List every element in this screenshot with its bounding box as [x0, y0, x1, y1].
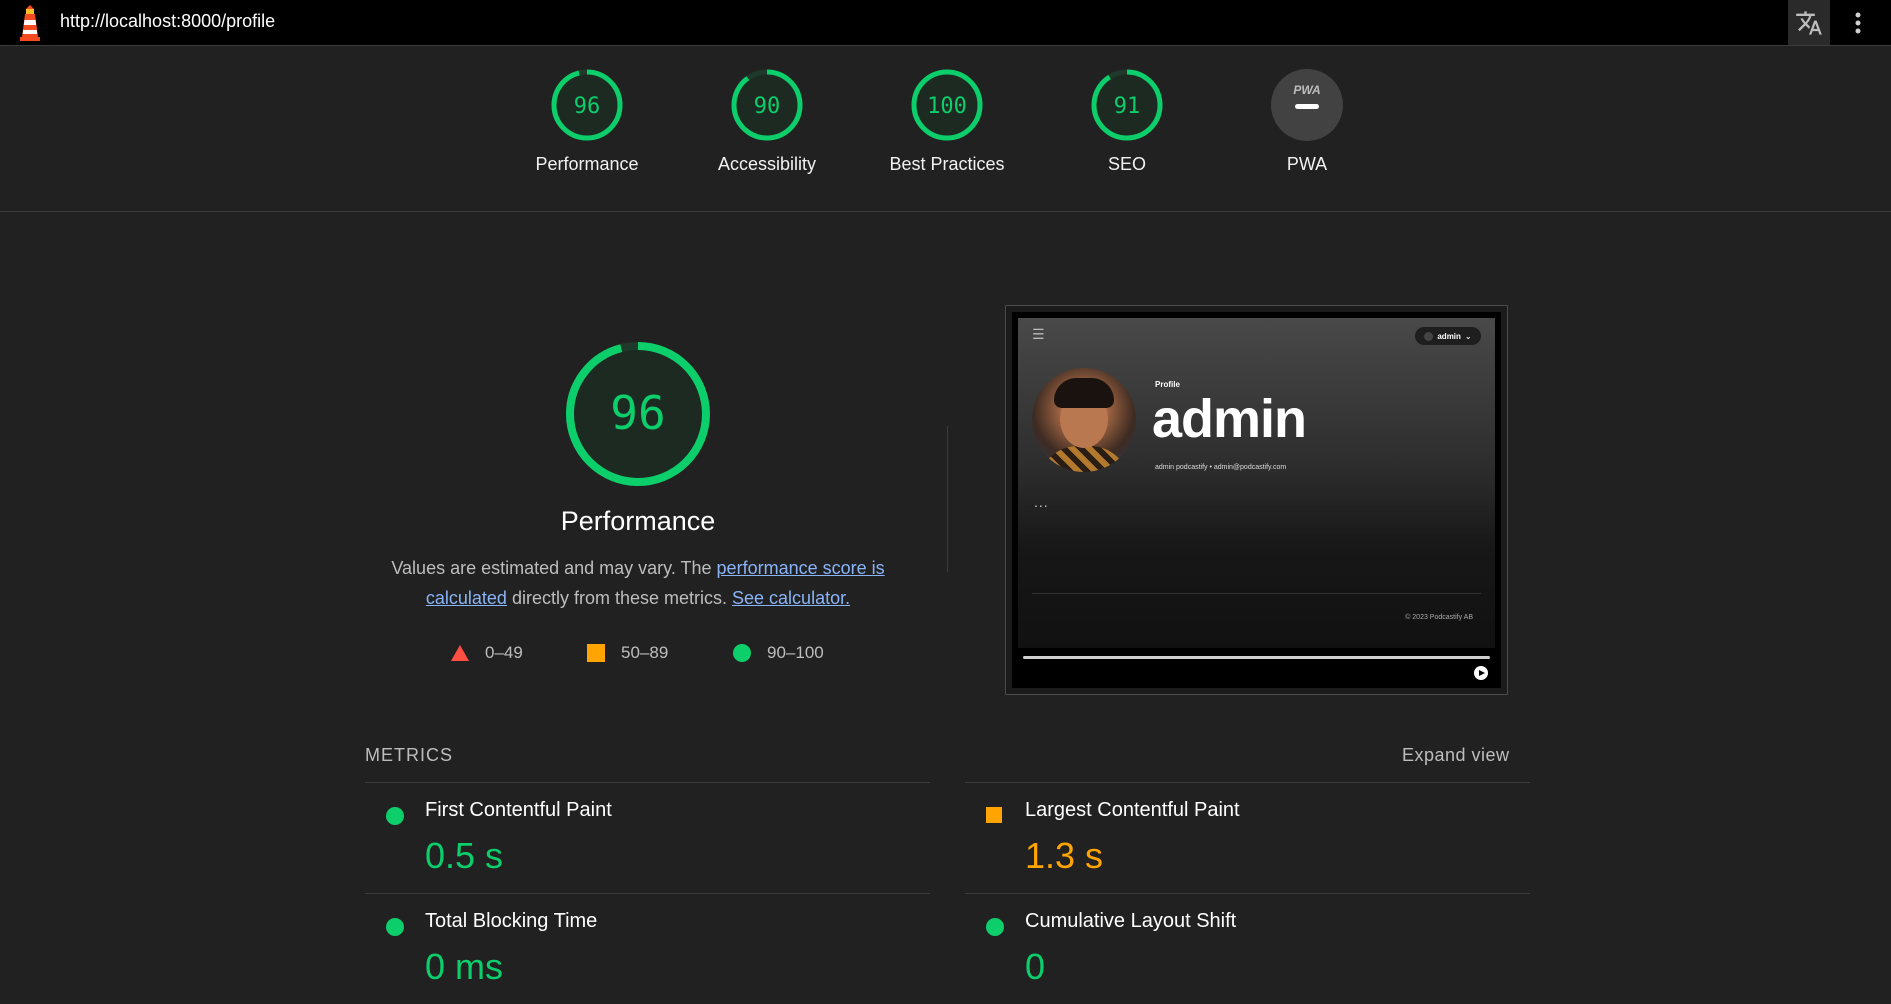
pass-circle-icon: [386, 807, 404, 825]
metric-value: 1.3 s: [1025, 835, 1104, 876]
hamburger-icon: ☰: [1032, 326, 1045, 342]
gauge-label: PWA: [1286, 154, 1328, 174]
gauge-label: Best Practices: [889, 154, 1005, 174]
pwa-badge-icon: PWA: [1271, 69, 1343, 141]
gauge-label: SEO: [1107, 154, 1146, 174]
square-icon: [587, 644, 605, 662]
gauge-score: 96: [574, 94, 601, 119]
see-calculator-link[interactable]: See calculator.: [732, 588, 850, 608]
legend-range: 0–49: [485, 643, 523, 662]
pass-circle-icon: [986, 918, 1004, 936]
screenshot-image: ☰ admin ⌄ Profile admin admin podcastify…: [1012, 312, 1501, 688]
performance-title: Performance: [560, 506, 716, 536]
metric-largest-contentful-paint: Largest Contentful Paint 1.3 s: [965, 783, 1530, 893]
chevron-down-icon: ⌄: [1464, 331, 1472, 341]
more-vert-icon[interactable]: [1848, 8, 1868, 38]
divider: [1032, 593, 1481, 594]
score-gauges: 96 Performance 90 Accessibility 100 Best…: [0, 68, 1891, 184]
gauge-score: 91: [1114, 94, 1141, 119]
performance-gauge: 96: [566, 342, 710, 486]
gauge-ring: 100: [911, 69, 983, 141]
gauge-label: Accessibility: [717, 154, 817, 174]
desc-text: Values are estimated and may vary. The: [391, 558, 717, 578]
gauge-performance[interactable]: 96 Performance: [507, 68, 667, 175]
gauge-score: 90: [754, 94, 781, 119]
circle-icon: [733, 644, 751, 662]
translate-button[interactable]: [1788, 0, 1830, 45]
user-chip-label: admin: [1437, 331, 1461, 341]
legend-range: 50–89: [621, 643, 669, 662]
page-screenshot[interactable]: ☰ admin ⌄ Profile admin admin podcastify…: [1005, 305, 1508, 695]
performance-description: Values are estimated and may vary. The p…: [378, 553, 898, 613]
metric-total-blocking-time: Total Blocking Time 0 ms: [365, 894, 930, 1004]
user-icon: [1424, 331, 1434, 341]
gauge-pwa[interactable]: PWA PWA: [1227, 68, 1387, 175]
translate-icon: [1796, 10, 1822, 35]
more-dots: ...: [1034, 494, 1049, 510]
metric-first-contentful-paint: First Contentful Paint 0.5 s: [365, 783, 930, 893]
player-progress: [1023, 656, 1490, 659]
top-bar: http://localhost:8000/profile: [0, 0, 1891, 46]
metric-value: 0 ms: [425, 946, 504, 987]
divider: [947, 426, 948, 572]
metric-cumulative-layout-shift: Cumulative Layout Shift 0: [965, 894, 1530, 1004]
gauge-score: 100: [927, 94, 967, 119]
play-icon: [1474, 666, 1488, 680]
copyright: © 2023 Podcastify AB: [1405, 614, 1473, 621]
metric-name: Largest Contentful Paint: [1025, 799, 1240, 821]
pass-circle-icon: [386, 918, 404, 936]
divider: [0, 211, 1891, 212]
metric-value: 0.5 s: [425, 835, 504, 876]
triangle-icon: [451, 645, 469, 661]
performance-score: 96: [610, 386, 665, 440]
page-url: http://localhost:8000/profile: [60, 11, 276, 31]
gauge-ring: 96: [551, 69, 623, 141]
metric-name: First Contentful Paint: [425, 799, 612, 821]
screenshot-app: ☰ admin ⌄ Profile admin admin podcastify…: [1018, 318, 1495, 648]
legend-range: 90–100: [767, 643, 824, 662]
expand-view-button[interactable]: Expand view: [1402, 745, 1510, 766]
metrics-title: METRICS: [365, 745, 453, 765]
gauge-ring: 90: [731, 69, 803, 141]
gauge-label: Performance: [535, 154, 639, 174]
profile-name: admin: [1152, 389, 1307, 449]
gauge-ring: 91: [1091, 69, 1163, 141]
average-square-icon: [986, 807, 1002, 823]
gauge-seo[interactable]: 91 SEO: [1047, 68, 1207, 175]
avatar: [1032, 368, 1136, 472]
legend-pass: 90–100: [733, 643, 824, 663]
lighthouse-icon: [20, 5, 40, 41]
gauge-accessibility[interactable]: 90 Accessibility: [687, 68, 847, 175]
metric-name: Cumulative Layout Shift: [1025, 910, 1237, 932]
legend-fail: 0–49: [451, 643, 523, 663]
profile-meta: admin podcastify • admin@podcastify.com: [1155, 464, 1287, 471]
pwa-badge-text: PWA: [1293, 83, 1320, 97]
metric-value: 0: [1025, 946, 1046, 987]
legend-average: 50–89: [587, 643, 668, 663]
desc-text: directly from these metrics.: [506, 588, 733, 608]
gauge-best-practices[interactable]: 100 Best Practices: [867, 68, 1027, 175]
user-chip: admin ⌄: [1415, 327, 1481, 345]
metric-name: Total Blocking Time: [425, 910, 598, 932]
